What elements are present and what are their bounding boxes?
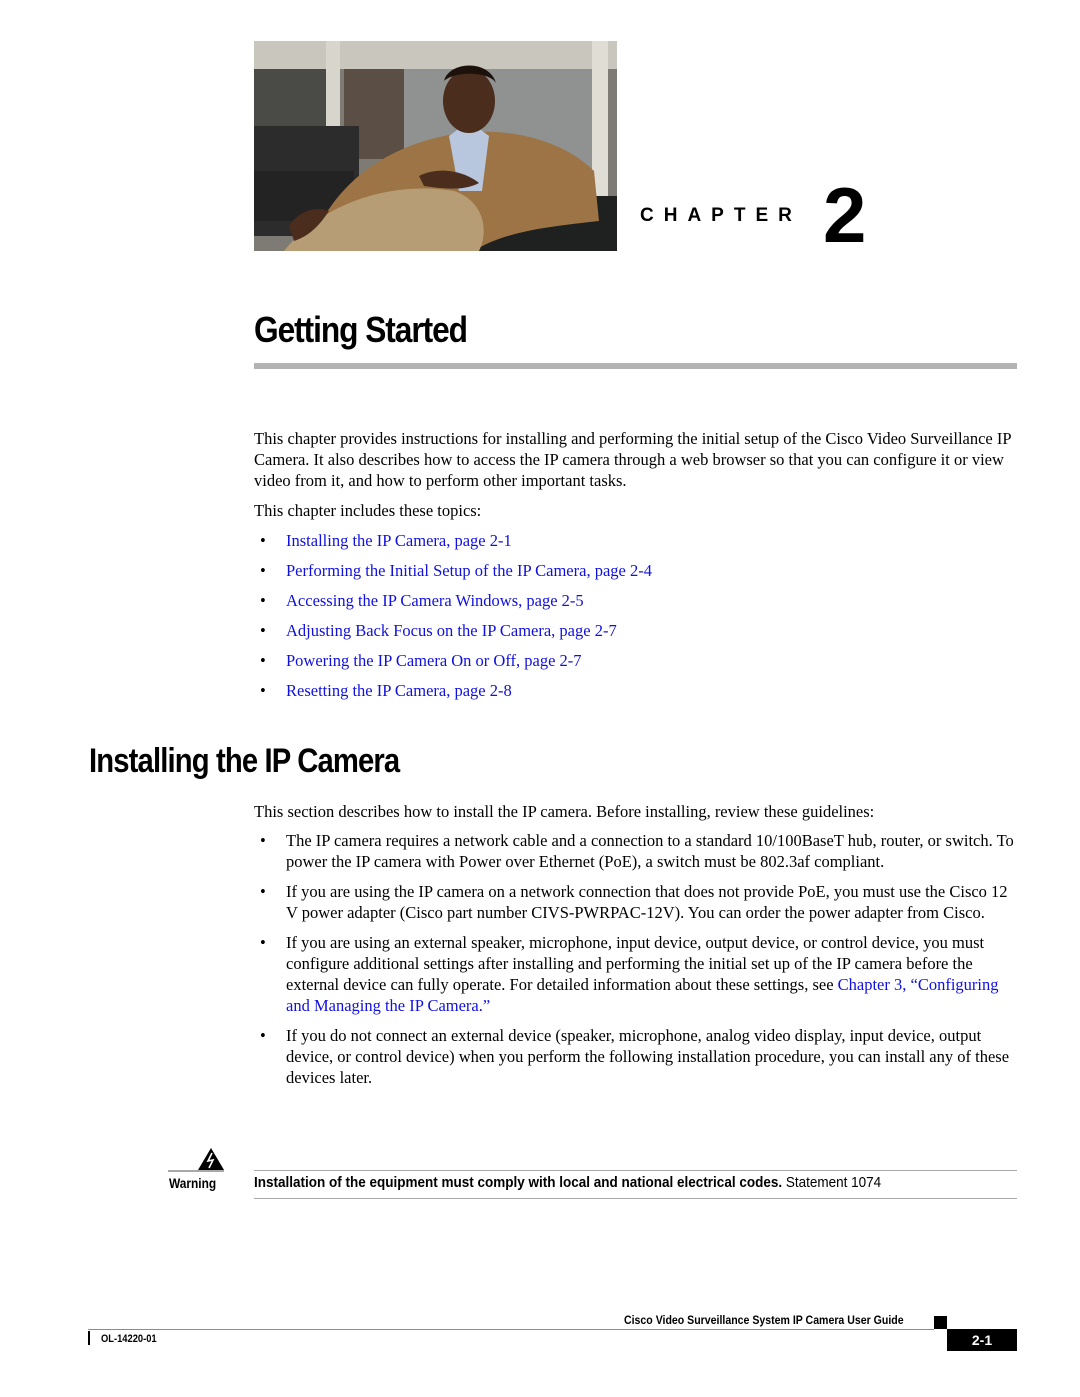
chapter-title: Getting Started (254, 309, 468, 350)
topic-link-back-focus[interactable]: Adjusting Back Focus on the IP Camera, p… (286, 620, 617, 650)
topic-link-installing[interactable]: Installing the IP Camera, page 2-1 (286, 530, 512, 560)
guideline-text: If you do not connect an external device… (286, 1026, 1010, 1087)
bullet: • (260, 621, 266, 640)
warning-text: Installation of the equipment must compl… (254, 1174, 881, 1191)
guideline-item: • The IP camera requires a network cable … (254, 830, 1019, 872)
warning-statement: Statement 1074 (782, 1174, 882, 1191)
topic-link-accessing-windows[interactable]: Accessing the IP Camera Windows, page 2-… (286, 590, 584, 620)
topic-link-resetting[interactable]: Resetting the IP Camera, page 2-8 (286, 680, 512, 710)
warning-label: Warning (169, 1175, 217, 1191)
guideline-text: If you are using the IP camera on a netw… (286, 882, 1008, 922)
guideline-item: • If you are using the IP camera on a net… (254, 881, 1019, 923)
topics-lead: This chapter includes these topics: (254, 501, 482, 520)
bullet: • (260, 681, 266, 700)
topic-item: • Installing the IP Camera, page 2-1 (254, 530, 652, 560)
warning-icon (198, 1148, 224, 1170)
topic-item: • Adjusting Back Focus on the IP Camera, … (254, 620, 652, 650)
bullet: • (260, 561, 266, 580)
section-intro: This section describes how to install th… (254, 802, 875, 821)
footer-marker (934, 1316, 947, 1329)
topic-link-powering[interactable]: Powering the IP Camera On or Off, page 2… (286, 650, 582, 680)
topic-item: • Performing the Initial Setup of the IP … (254, 560, 652, 590)
warning-rule-top (254, 1170, 1017, 1171)
topic-item: • Powering the IP Camera On or Off, page … (254, 650, 652, 680)
page-number: 2-1 (947, 1329, 1017, 1351)
bullet: • (260, 933, 266, 952)
guideline-item: • If you are using an external speaker, m… (254, 932, 1019, 1016)
bullet: • (260, 1026, 266, 1045)
footer-guide-title: Cisco Video Surveillance System IP Camer… (624, 1313, 904, 1327)
topic-item: • Resetting the IP Camera, page 2-8 (254, 680, 652, 710)
guideline-text-wrapper: If you are using an external speaker, mi… (286, 932, 1019, 1016)
bullet: • (260, 882, 266, 901)
guideline-item: • If you do not connect an external devic… (254, 1025, 1019, 1088)
bullet: • (260, 831, 266, 850)
bullet: • (260, 591, 266, 610)
section-title: Installing the IP Camera (89, 742, 400, 780)
guidelines-list: • The IP camera requires a network cable … (254, 830, 1019, 1097)
chapter-label: CHAPTER (640, 205, 802, 226)
warning-label-rule (168, 1170, 224, 1172)
topic-link-initial-setup[interactable]: Performing the Initial Setup of the IP C… (286, 560, 652, 590)
chapter-number: 2 (823, 171, 867, 259)
title-rule (254, 363, 1017, 369)
guideline-text: The IP camera requires a network cable a… (286, 831, 1014, 871)
warning-bold-text: Installation of the equipment must compl… (254, 1174, 783, 1191)
topics-list: • Installing the IP Camera, page 2-1 • Per… (254, 530, 652, 710)
footer-rule (88, 1329, 934, 1330)
intro-paragraph: This chapter provides instructions for i… (254, 429, 1011, 490)
bullet: • (260, 531, 266, 550)
chapter-photo (254, 41, 617, 251)
bullet: • (260, 651, 266, 670)
footer-tick (88, 1331, 90, 1345)
topic-item: • Accessing the IP Camera Windows, page 2… (254, 590, 652, 620)
warning-rule-bottom (254, 1198, 1017, 1199)
footer-doc-number: OL-14220-01 (101, 1333, 157, 1345)
